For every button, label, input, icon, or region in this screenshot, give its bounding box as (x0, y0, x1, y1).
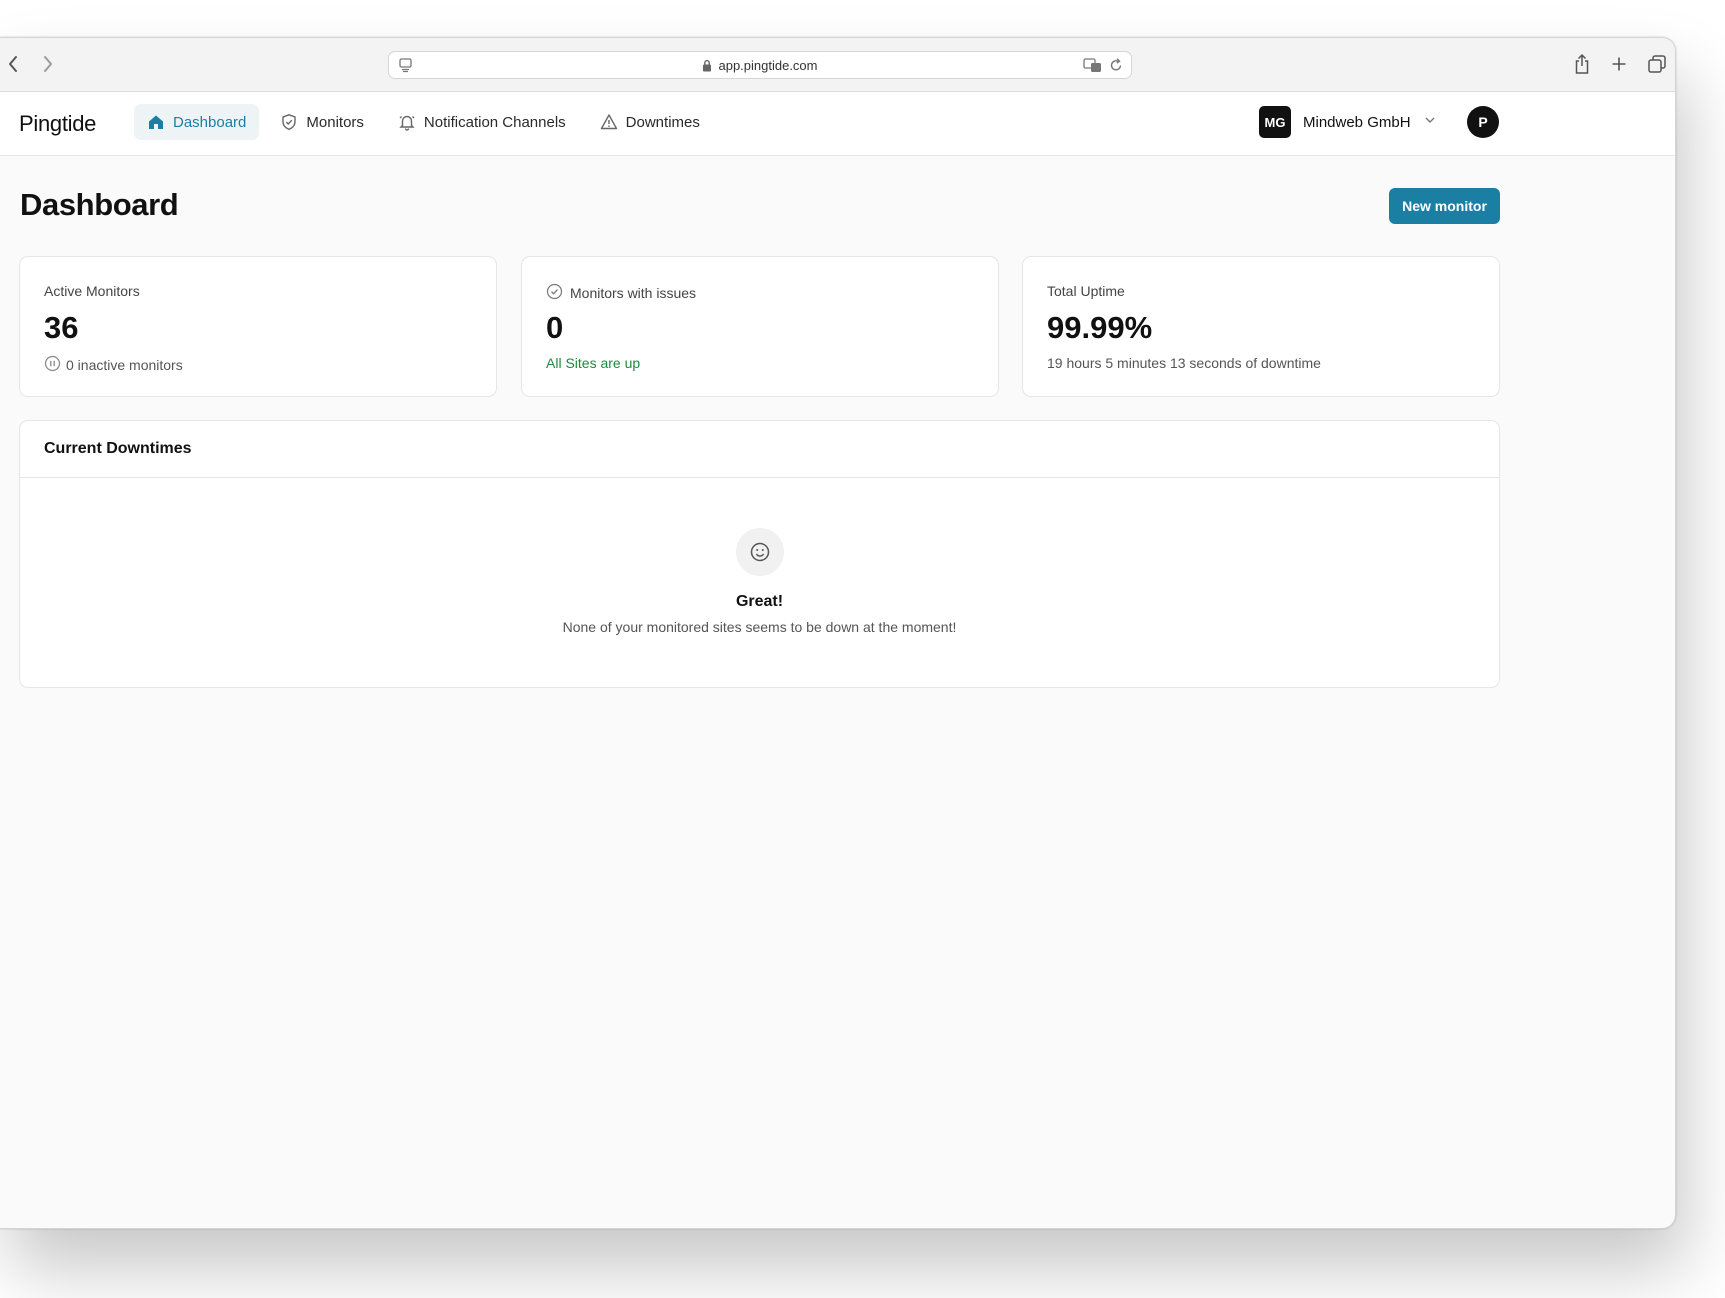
empty-state-description: None of your monitored sites seems to be… (562, 619, 957, 635)
current-downtimes-panel: Current Downtimes Great! None of your mo… (19, 420, 1500, 688)
stat-sub: 0 inactive monitors (44, 355, 183, 375)
empty-state-title: Great! (735, 593, 784, 610)
stat-label: Active Monitors (44, 283, 140, 299)
stat-value: 99.99% (1047, 310, 1153, 345)
stat-label: Total Uptime (1047, 283, 1125, 299)
stat-card-monitors-with-issues: Monitors with issues 0 All Sites are up (521, 256, 999, 397)
forward-arrow-icon[interactable] (37, 53, 59, 75)
stat-card-active-monitors: Active Monitors 36 0 inactive monitors (19, 256, 497, 397)
check-circle-icon (546, 283, 563, 303)
user-avatar[interactable]: P (1467, 106, 1499, 138)
nav-item-monitors[interactable]: Monitors (267, 104, 377, 140)
stat-label-text: Monitors with issues (570, 285, 697, 301)
translate-icon[interactable] (1083, 57, 1103, 76)
browser-window: app.pingtide.com Pingtide Dashboard Moni… (0, 37, 1676, 1229)
panel-title: Current Downtimes (20, 421, 1499, 478)
nav-item-dashboard[interactable]: Dashboard (134, 104, 260, 140)
nav-item-downtimes[interactable]: Downtimes (587, 104, 713, 140)
stat-label: Monitors with issues (546, 283, 696, 303)
app-navbar: Pingtide Dashboard Monitors Notification… (0, 92, 1675, 156)
warning-triangle-icon (600, 113, 618, 131)
reload-icon[interactable] (1109, 57, 1123, 76)
new-tab-icon[interactable] (1607, 52, 1631, 76)
home-icon (147, 113, 165, 131)
nav-item-label: Monitors (306, 113, 364, 131)
nav-item-label: Notification Channels (423, 113, 566, 131)
browser-toolbar: app.pingtide.com (0, 38, 1675, 92)
smiley-icon (736, 528, 784, 576)
app-logo[interactable]: Pingtide (19, 111, 96, 137)
chevron-down-icon (1423, 113, 1437, 132)
stat-card-total-uptime: Total Uptime 99.99% 19 hours 5 minutes 1… (1022, 256, 1500, 397)
bell-icon (398, 113, 416, 131)
share-icon[interactable] (1570, 52, 1594, 76)
org-badge: MG (1259, 106, 1291, 138)
shield-check-icon (280, 113, 298, 131)
address-bar[interactable]: app.pingtide.com (388, 51, 1132, 79)
nav-item-notification-channels[interactable]: Notification Channels (385, 104, 579, 140)
stat-value: 36 (44, 310, 79, 345)
nav-item-label: Downtimes (625, 113, 700, 131)
new-monitor-button[interactable]: New monitor (1389, 188, 1500, 224)
page-title: Dashboard (20, 187, 179, 222)
org-switcher[interactable]: MG Mindweb GmbH (1259, 106, 1437, 138)
pause-circle-icon (44, 355, 61, 375)
status-text: All Sites are up (546, 355, 641, 371)
stat-sub: 19 hours 5 minutes 13 seconds of downtim… (1047, 355, 1321, 371)
main-nav: Dashboard Monitors Notification Channels… (134, 104, 713, 140)
lock-icon (702, 59, 712, 72)
stat-value: 0 (546, 310, 564, 345)
url-text: app.pingtide.com (718, 57, 818, 73)
back-arrow-icon[interactable] (2, 53, 24, 75)
tab-overview-icon[interactable] (1645, 52, 1669, 76)
stat-sub-text: 0 inactive monitors (66, 357, 183, 373)
page-settings-icon[interactable] (398, 57, 414, 76)
nav-item-label: Dashboard (173, 113, 247, 131)
org-name: Mindweb GmbH (1303, 113, 1411, 131)
